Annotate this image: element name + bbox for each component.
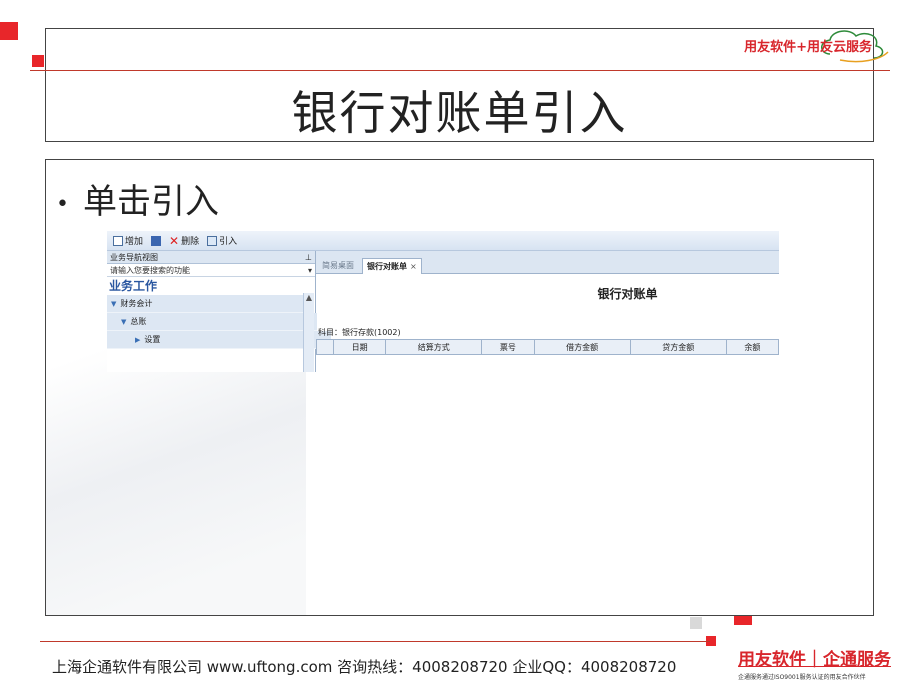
statement-table: 日期 结算方式 票号 借方金额 贷方金额 余额	[316, 339, 779, 355]
delete-icon: ✕	[169, 233, 180, 248]
column-header[interactable]: 余额	[725, 339, 779, 355]
decor-square	[32, 55, 44, 67]
search-input[interactable]: 请输入您要搜索的功能 ▾	[107, 264, 315, 277]
import-button[interactable]: 引入	[207, 234, 237, 247]
column-header[interactable]: 结算方式	[385, 339, 483, 355]
slide-title: 银行对账单引入	[291, 86, 628, 140]
search-placeholder: 请输入您要搜索的功能	[110, 265, 190, 275]
footer-text: 上海企通软件有限公司 www.uftong.com 咨询热线：400820872…	[52, 658, 677, 676]
delete-button[interactable]: ✕ 删除	[169, 233, 200, 248]
decor-square	[0, 22, 18, 40]
footer-brand-subtitle: 企通服务通过ISO9001服务认证的用友合作伙伴	[738, 674, 866, 681]
tab-label: 银行对账单	[367, 262, 407, 271]
nav-pane: 业务导航视图 ⊥ 请输入您要搜索的功能 ▾ 业务工作 ▼ 财务会计 ▼ 总账 ▶ 设置	[107, 251, 331, 372]
close-icon[interactable]: ×	[410, 262, 417, 271]
decor-square	[690, 617, 702, 629]
tab-simple-desktop[interactable]: 简易桌面	[318, 258, 358, 273]
tab-bar: 简易桌面 银行对账单 ×	[316, 251, 779, 274]
triangle-right-icon: ▶	[135, 336, 141, 344]
add-button[interactable]: 增加	[113, 234, 143, 247]
tab-label: 简易桌面	[322, 261, 354, 270]
tree-item-label: 财务会计	[120, 299, 153, 308]
title-rule	[30, 70, 890, 71]
column-header[interactable]: 借方金额	[533, 339, 631, 355]
bullet-text: 单击引入	[82, 182, 219, 222]
delete-label: 删除	[181, 237, 200, 247]
tree-item-label: 设置	[144, 335, 161, 344]
tree-item-settings[interactable]: ▶ 设置	[107, 331, 331, 349]
content-box: • 单击引入 增加 ✕ 删除 引入 业务导航视图 ⊥ 请输入您要搜索的功能 ▾ …	[45, 159, 874, 616]
subject-label: 科目：银行存款(1002)	[318, 328, 401, 337]
triangle-down-icon: ▼	[111, 300, 117, 308]
add-label: 增加	[125, 237, 144, 247]
background-decor	[46, 330, 306, 615]
import-icon	[207, 235, 218, 246]
footer-rule	[40, 641, 710, 642]
brand-top-text: 用友软件+用友云服务	[744, 40, 872, 55]
footer-brand-logo: 用友软件｜企通服务 企通服务通过ISO9001服务认证的用友合作伙伴	[738, 645, 908, 681]
tree-item-general-ledger[interactable]: ▼ 总账	[107, 313, 317, 331]
scroll-up-icon[interactable]: ▲	[304, 293, 314, 303]
document-pane: 简易桌面 银行对账单 × 银行对账单 科目：银行存款(1002) 日期 结算方式 …	[316, 251, 779, 372]
pin-icon[interactable]: ⊥	[305, 253, 312, 262]
dropdown-arrow-icon[interactable]: ▾	[308, 266, 312, 275]
app-screenshot: 增加 ✕ 删除 引入 业务导航视图 ⊥ 请输入您要搜索的功能 ▾ 业务工作 ▼ …	[107, 231, 779, 372]
nav-tree: ▼ 财务会计 ▼ 总账 ▶ 设置	[107, 295, 331, 349]
bullet-item: • 单击引入	[56, 174, 219, 223]
import-label: 引入	[219, 237, 238, 247]
row-number-header	[316, 339, 334, 355]
footer-brand-name: 用友软件｜企通服务	[738, 650, 891, 670]
column-header[interactable]: 票号	[481, 339, 535, 355]
bullet-icon: •	[56, 191, 69, 217]
tree-item-label: 总账	[130, 317, 147, 326]
tab-bank-statement[interactable]: 银行对账单 ×	[362, 258, 422, 274]
column-header[interactable]: 贷方金额	[629, 339, 727, 355]
nav-pane-title: 业务导航视图	[110, 252, 158, 262]
triangle-down-icon: ▼	[121, 318, 127, 326]
save-button[interactable]	[151, 235, 162, 246]
tree-item-finance[interactable]: ▼ 财务会计	[107, 295, 307, 313]
section-title: 业务工作	[109, 279, 158, 293]
brand-logo-top: 用友软件+用友云服务	[720, 24, 890, 64]
save-icon	[151, 235, 162, 246]
column-header[interactable]: 日期	[332, 339, 387, 355]
nav-pane-header: 业务导航视图 ⊥	[107, 251, 315, 264]
toolbar: 增加 ✕ 删除 引入	[107, 231, 779, 251]
add-icon	[113, 235, 123, 246]
document-title: 银行对账单	[597, 287, 658, 301]
scrollbar[interactable]: ▲	[303, 293, 314, 372]
table-header-row: 日期 结算方式 票号 借方金额 贷方金额 余额	[316, 339, 779, 355]
